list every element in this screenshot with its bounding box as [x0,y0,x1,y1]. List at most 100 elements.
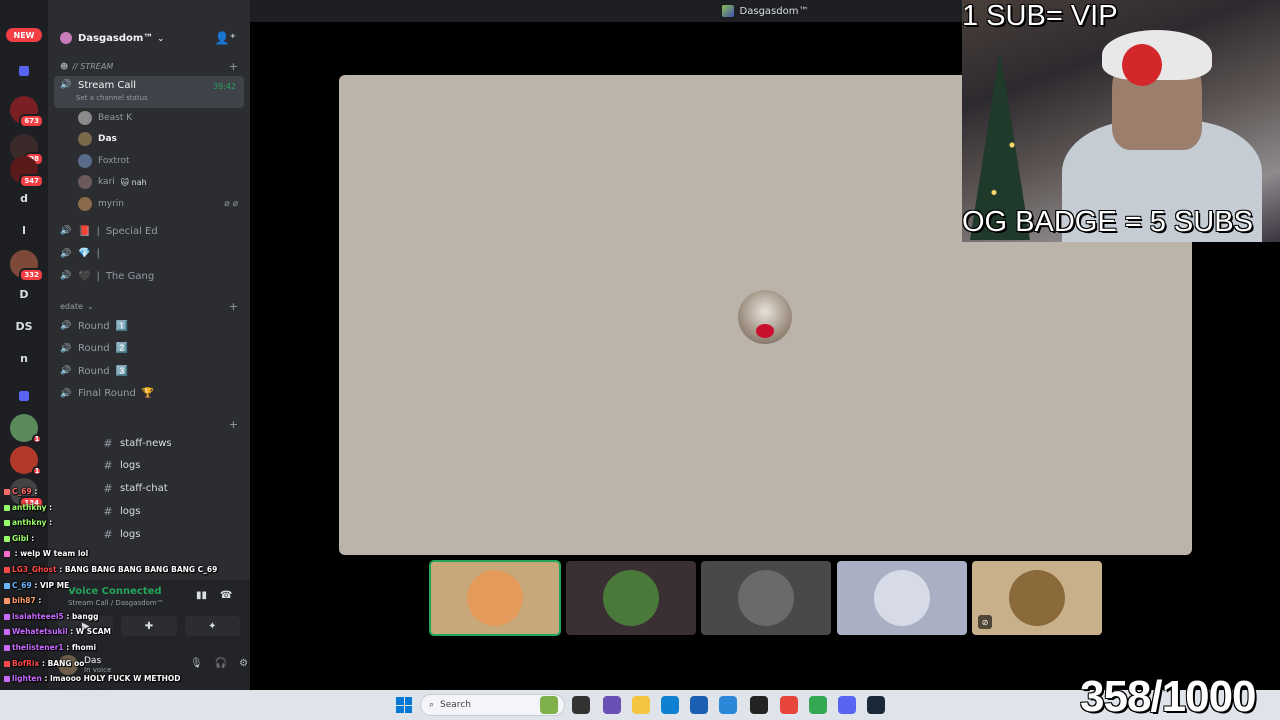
voice-member[interactable]: Das [78,129,117,149]
participant-tile[interactable] [429,560,561,636]
screen: NEW 673 98 547 d l 332 D DS n 1 1 134 Dasgasdom™ ⌄ … [0,0,1280,720]
invite-icon[interactable]: 👤⁺ [215,31,236,45]
voice-channel[interactable]: 🔊 Round 2️⃣ [54,339,244,359]
chat-message: Wehatetsukil : W SCAM [0,624,250,640]
chat-separator: : [56,564,65,574]
server-icon[interactable]: 1 [10,446,42,476]
member-status-icons: ⌀ ⌀ [224,199,238,209]
chat-badge-icon [4,489,10,495]
voice-channel[interactable]: 🔊 💎 | [54,244,244,264]
add-channel-icon[interactable]: + [229,418,238,431]
participant-tile[interactable] [565,561,696,635]
speaker-icon: 🔊 [60,366,72,376]
participant-tile[interactable]: ⊘ [972,561,1102,635]
chat-text: VIP ME [39,580,70,590]
chat-message: BofRix : BANG oo [0,656,250,672]
server-icon [60,32,72,44]
stream-chat-overlay: C_69 : anthkny : anthkny : Gibl : : welp… [0,484,250,720]
server-name: Dasgasdom™ [78,32,154,44]
voice-channel[interactable]: 🔊 📕 | Special Ed [54,221,244,241]
server-icon[interactable]: 1 [10,414,42,444]
member-name: Foxtrot [98,155,130,166]
channel-label: Round [78,320,110,332]
server-icon[interactable]: 332 [10,250,44,282]
new-badge[interactable]: NEW [6,28,42,42]
mail-icon[interactable] [719,696,737,714]
server-icon[interactable]: d [10,184,38,212]
server-icon[interactable]: 547 [10,156,44,188]
server-icon[interactable]: l [10,216,38,244]
discord-icon[interactable] [838,696,856,714]
edge-icon[interactable] [661,696,679,714]
chat-separator: : [28,533,35,543]
folder-icon[interactable] [19,66,29,76]
text-channel[interactable]: # logs [96,456,244,476]
voice-member[interactable]: Foxtrot [78,151,129,171]
participant-tile[interactable] [701,561,831,635]
channel-label: Round [78,343,110,354]
chat-message: LG3_Ghost : BANG BANG BANG BANG BANG C_6… [0,562,250,578]
server-icon [721,5,734,17]
chat-text: welp W team lol [20,549,89,559]
participant-tile[interactable] [836,561,967,635]
chat-message: C_69 : [0,484,250,500]
avatar [1009,570,1065,626]
channel-emoji: 3️⃣ [115,365,129,377]
speaker-icon: 🔊 [60,80,72,90]
chat-badge-icon [4,504,10,511]
voice-channel[interactable]: 🔊 Round 3️⃣ [54,361,244,381]
voice-member[interactable]: kari 🐱 nah [78,172,147,192]
chat-separator: : [41,674,51,684]
chat-message: bih87 : [0,593,250,609]
steam-icon[interactable] [867,696,885,714]
hash-icon: # [103,436,113,450]
chat-badge-icon [4,613,10,620]
server-icon[interactable]: n [10,344,38,372]
app-icon[interactable] [750,696,768,714]
chrome-icon[interactable] [809,696,827,714]
avatar [78,132,92,147]
channel-stream-call[interactable]: 🔊 Stream Call 39:42 Set a channel status [54,76,244,108]
chat-username: Gibl [12,533,29,543]
chat-message: anthkny : [0,515,250,531]
voice-channel[interactable]: 🔊 🖤 | The Gang [54,266,244,286]
channel-status[interactable]: Set a channel status [76,94,148,102]
chat-username: anthkny [12,502,47,512]
task-view-icon[interactable] [572,696,590,714]
server-icon[interactable]: DS [10,312,38,340]
folder-icon[interactable] [19,391,29,401]
category-icon: ☻ [60,62,69,71]
folder-icon[interactable] [632,696,650,714]
chat-message: anthkny : [0,500,250,516]
app-icon[interactable] [540,696,558,714]
channel-emoji: 💎 [78,248,91,259]
store-icon[interactable] [690,696,708,714]
add-channel-icon[interactable]: + [229,60,238,73]
avatar [738,290,792,344]
speaker-icon: 🔊 [60,248,72,259]
channel-emoji: 1️⃣ [115,320,129,332]
voice-channel[interactable]: 🔊 Round 1️⃣ [54,316,244,336]
add-channel-icon[interactable]: + [229,300,238,313]
chat-badge-icon [4,566,10,573]
voice-member[interactable]: Beast K [78,108,132,128]
chat-separator: : [67,627,76,637]
windows-start-icon[interactable] [396,697,412,713]
channel-label: Special Ed [105,225,158,237]
channel-label: Final Round [78,388,136,399]
app-icon[interactable] [603,696,621,714]
chat-badge-icon [4,535,10,542]
voice-channel[interactable]: 🔊 Final Round 🏆 [54,384,244,404]
category-stream[interactable]: ☻ // STREAM [60,62,113,71]
chrome-icon[interactable] [780,696,798,714]
category-edate[interactable]: edate ⌄ [60,302,94,311]
server-header[interactable]: Dasgasdom™ ⌄ 👤⁺ [48,26,250,50]
chat-username: anthkny [12,518,47,528]
chat-text: W SCAM [75,627,111,637]
server-icon[interactable]: 673 [10,96,44,128]
chat-badge-icon [4,520,10,527]
server-icon[interactable]: D [10,280,38,308]
text-channel[interactable]: # staff-news [96,433,244,453]
voice-member[interactable]: myrin [78,194,124,214]
separator: | [96,225,100,237]
